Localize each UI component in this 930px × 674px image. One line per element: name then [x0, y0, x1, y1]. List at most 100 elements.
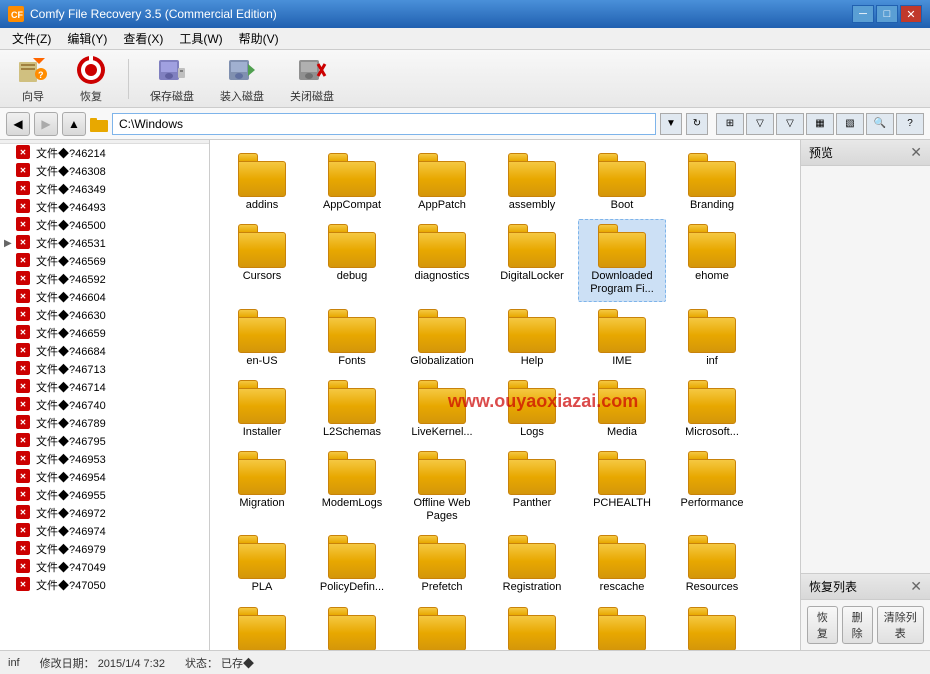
large-icons-button[interactable]: ▦ — [806, 113, 834, 135]
folder-item[interactable]: Installer — [218, 375, 306, 444]
back-button[interactable]: ◀ — [6, 112, 30, 136]
left-panel-item[interactable]: ▶ ✕ 文件◆?46531 — [0, 234, 209, 252]
folder-item[interactable]: PCHEALTH — [578, 446, 666, 528]
folder-item[interactable]: schemas — [308, 602, 396, 651]
left-panel-item[interactable]: ✕ 文件◆?46974 — [0, 522, 209, 540]
expand-arrow[interactable] — [4, 562, 16, 573]
refresh-button[interactable]: ↻ — [686, 113, 708, 135]
folder-item[interactable]: ModemLogs — [308, 446, 396, 528]
preview-close-button[interactable]: ✕ — [910, 144, 922, 161]
left-panel-item[interactable]: ✕ 文件◆?46953 — [0, 450, 209, 468]
left-panel-item[interactable]: ✕ 文件◆?46500 — [0, 216, 209, 234]
expand-arrow[interactable] — [4, 526, 16, 537]
menu-edit[interactable]: 编辑(Y) — [59, 28, 115, 49]
folder-item[interactable]: DigitalLocker — [488, 219, 576, 301]
help-button[interactable]: ? — [896, 113, 924, 135]
folder-item[interactable]: Downloaded Program Fi... — [578, 219, 666, 301]
folder-item[interactable]: addins — [218, 148, 306, 217]
delete-button[interactable]: 删除 — [842, 606, 873, 644]
restore-button[interactable]: 恢复 — [807, 606, 838, 644]
folder-item[interactable]: diagnostics — [398, 219, 486, 301]
expand-arrow[interactable] — [4, 202, 16, 213]
folder-item[interactable]: Microsoft... — [668, 375, 756, 444]
folder-item[interactable]: Offline Web Pages — [398, 446, 486, 528]
search-button[interactable]: 🔍 — [866, 113, 894, 135]
expand-arrow[interactable] — [4, 454, 16, 465]
folder-item[interactable]: SchCache — [218, 602, 306, 651]
folder-item[interactable]: Registration — [488, 530, 576, 599]
clear-list-button[interactable]: 清除列表 — [877, 606, 925, 644]
expand-arrow[interactable] — [4, 148, 16, 159]
folder-item[interactable]: Resources — [668, 530, 756, 599]
folder-item[interactable]: Logs — [488, 375, 576, 444]
expand-arrow[interactable] — [4, 220, 16, 231]
maximize-button[interactable]: □ — [876, 5, 898, 23]
folder-item[interactable]: PolicyDefin... — [308, 530, 396, 599]
expand-arrow[interactable] — [4, 472, 16, 483]
left-panel-item[interactable]: ✕ 文件◆?46795 — [0, 432, 209, 450]
folder-item[interactable]: rescache — [578, 530, 666, 599]
left-panel-item[interactable]: ✕ 文件◆?46954 — [0, 468, 209, 486]
left-panel-item[interactable]: ✕ 文件◆?47049 — [0, 558, 209, 576]
folder-item[interactable]: en-US — [218, 304, 306, 373]
folder-item[interactable]: debug — [308, 219, 396, 301]
up-button[interactable]: ▲ — [62, 112, 86, 136]
folder-item[interactable]: PLA — [218, 530, 306, 599]
folder-item[interactable]: Cursors — [218, 219, 306, 301]
expand-arrow[interactable] — [4, 400, 16, 411]
left-panel-item[interactable]: ✕ 文件◆?47050 — [0, 576, 209, 594]
folder-item[interactable]: Boot — [578, 148, 666, 217]
menu-tools[interactable]: 工具(W) — [171, 28, 230, 49]
folder-item[interactable]: Panther — [488, 446, 576, 528]
address-input[interactable] — [112, 113, 656, 135]
left-panel-item[interactable]: ✕ 文件◆?46979 — [0, 540, 209, 558]
minimize-button[interactable]: ─ — [852, 5, 874, 23]
left-panel-item[interactable]: ✕ 文件◆?46684 — [0, 342, 209, 360]
folder-item[interactable]: Fonts — [308, 304, 396, 373]
left-panel-item[interactable]: ✕ 文件◆?46713 — [0, 360, 209, 378]
left-panel-item[interactable]: ✕ 文件◆?46789 — [0, 414, 209, 432]
folder-item[interactable]: Media — [578, 375, 666, 444]
save-disk-button[interactable]: 保存磁盘 — [141, 49, 203, 109]
expand-arrow[interactable] — [4, 310, 16, 321]
address-dropdown[interactable]: ▼ — [660, 113, 682, 135]
folder-item[interactable]: IME — [578, 304, 666, 373]
expand-arrow[interactable] — [4, 580, 16, 591]
expand-arrow[interactable] — [4, 328, 16, 339]
left-panel-item[interactable]: ✕ 文件◆?46714 — [0, 378, 209, 396]
folder-item[interactable]: servicing — [578, 602, 666, 651]
folder-item[interactable]: ServiceProfi... — [488, 602, 576, 651]
menu-file[interactable]: 文件(Z) — [4, 28, 59, 49]
close-button[interactable]: ✕ — [900, 5, 922, 23]
close-disk-button[interactable]: 关闭磁盘 — [281, 49, 343, 109]
folder-item[interactable]: AppCompat — [308, 148, 396, 217]
expand-arrow[interactable] — [4, 166, 16, 177]
folder-item[interactable]: L2Schemas — [308, 375, 396, 444]
forward-button[interactable]: ▶ — [34, 112, 58, 136]
left-panel-item[interactable]: ✕ 文件◆?46214 — [0, 144, 209, 162]
folder-item[interactable]: AppPatch — [398, 148, 486, 217]
folder-item[interactable]: Help — [488, 304, 576, 373]
expand-arrow[interactable] — [4, 382, 16, 393]
menu-view[interactable]: 查看(X) — [115, 28, 171, 49]
left-panel-item[interactable]: ✕ 文件◆?46740 — [0, 396, 209, 414]
left-panel-item[interactable]: ✕ 文件◆?46659 — [0, 324, 209, 342]
grid-view-button[interactable]: ⊞ — [716, 113, 744, 135]
left-panel-item[interactable]: ✕ 文件◆?46972 — [0, 504, 209, 522]
load-disk-button[interactable]: 装入磁盘 — [211, 49, 273, 109]
left-panel-item[interactable]: ✕ 文件◆?46308 — [0, 162, 209, 180]
left-panel-item[interactable]: ✕ 文件◆?46493 — [0, 198, 209, 216]
menu-help[interactable]: 帮助(V) — [231, 28, 287, 49]
expand-arrow[interactable]: ▶ — [4, 238, 16, 249]
folder-item[interactable]: Globalization — [398, 304, 486, 373]
recover-button[interactable]: 恢复 — [66, 49, 116, 109]
expand-arrow[interactable] — [4, 490, 16, 501]
expand-arrow[interactable] — [4, 184, 16, 195]
folder-item[interactable]: security — [398, 602, 486, 651]
left-panel-item[interactable]: ✕ 文件◆?46569 — [0, 252, 209, 270]
expand-arrow[interactable] — [4, 346, 16, 357]
filter-button[interactable]: ▽ — [746, 113, 774, 135]
expand-arrow[interactable] — [4, 544, 16, 555]
view-options[interactable]: ▽ — [776, 113, 804, 135]
folder-item[interactable]: Performance — [668, 446, 756, 528]
